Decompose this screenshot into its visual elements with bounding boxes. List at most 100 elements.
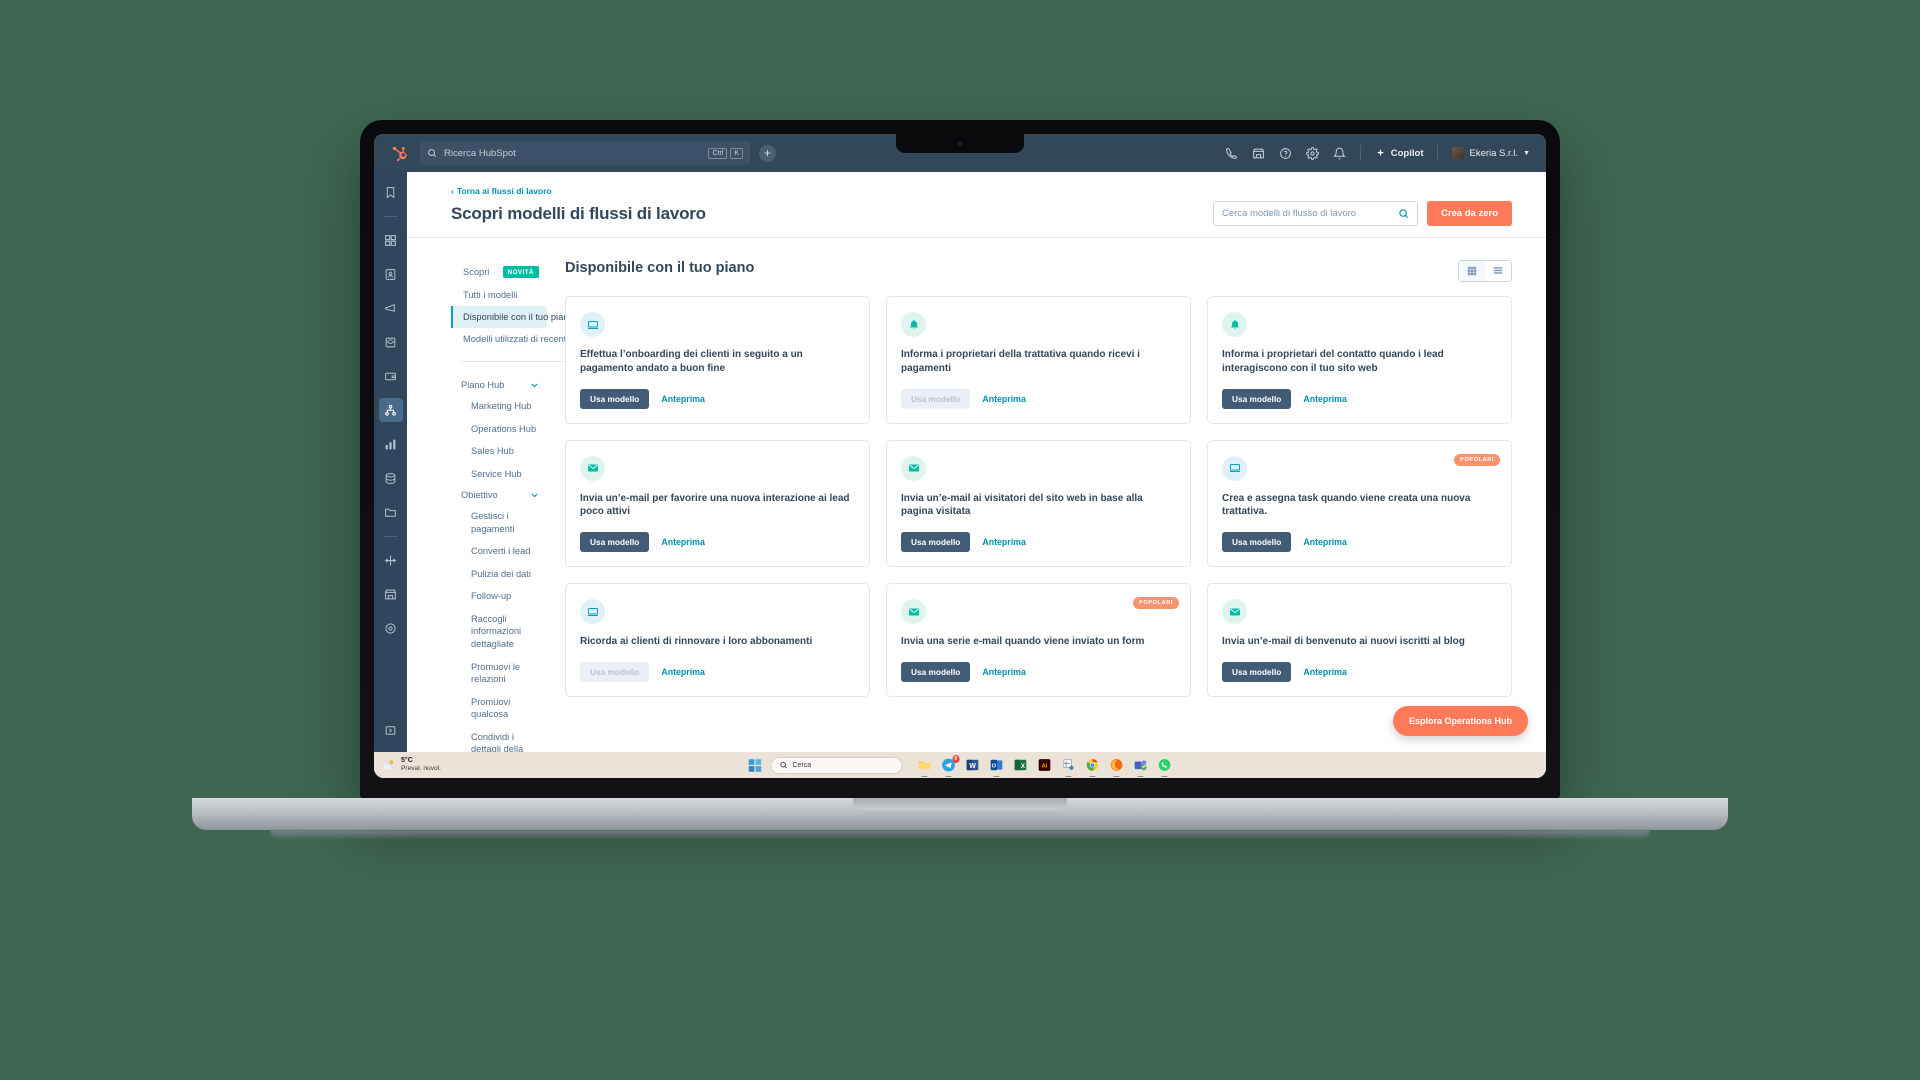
template-card[interactable]: Informa i proprietari del contatto quand…	[1207, 296, 1512, 424]
grid-view-icon[interactable]	[1459, 261, 1485, 281]
outlook-icon[interactable]: O	[989, 757, 1005, 777]
explore-operations-hub-button[interactable]: Esplora Operations Hub	[1392, 706, 1528, 736]
filter-scopri[interactable]: Scopri NOVITÀ	[451, 260, 547, 284]
filter-gestisci-i-pagamenti[interactable]: Gestisci i pagamenti	[451, 505, 547, 540]
contacts-icon[interactable]	[379, 262, 403, 286]
marketplace-icon[interactable]	[379, 582, 403, 606]
use-template-button[interactable]: Usa modello	[580, 388, 650, 409]
breadcrumb-back-link[interactable]: ‹ Torna ai flussi di lavoro	[451, 186, 1512, 196]
preview-link[interactable]: Anteprima	[1303, 537, 1347, 547]
taskbar-search-input[interactable]: Cerca	[770, 756, 903, 774]
preview-link[interactable]: Anteprima	[982, 537, 1026, 547]
template-card[interactable]: POPOLARI Crea e assegna task quando vien…	[1207, 439, 1512, 568]
filter-converti-i-lead[interactable]: Converti i lead	[451, 540, 547, 563]
preview-link[interactable]: Anteprima	[661, 394, 705, 404]
filter-promuovi-le-relazioni[interactable]: Promuovi le relazioni	[451, 656, 547, 691]
word-icon[interactable]: W	[965, 757, 981, 773]
use-template-button[interactable]: Usa modello	[1222, 388, 1292, 409]
filter-follow-up[interactable]: Follow-up	[451, 585, 547, 608]
marketplace-icon[interactable]	[1252, 147, 1265, 160]
template-card[interactable]: Invia un’e-mail di benvenuto ai nuovi is…	[1207, 583, 1512, 697]
divider	[1437, 145, 1439, 161]
template-card[interactable]: Invia un’e-mail ai visitatori del sito w…	[886, 439, 1191, 568]
filter-service-hub[interactable]: Service Hub	[451, 463, 547, 486]
use-template-button[interactable]: Usa modello	[901, 532, 971, 553]
filter-marketing-hub[interactable]: Marketing Hub	[451, 395, 547, 418]
copilot-button[interactable]: Copilot	[1375, 148, 1423, 159]
help-icon[interactable]	[1279, 147, 1292, 160]
topbar-right-actions: Copilot Ekeria S.r.l. ▼	[1225, 145, 1534, 161]
excel-icon[interactable]: X	[1013, 757, 1029, 773]
windows-start-icon[interactable]	[748, 758, 763, 773]
illustrator-icon[interactable]: Ai	[1037, 757, 1053, 773]
filter-sales-hub[interactable]: Sales Hub	[451, 440, 547, 463]
workspace: ‹ Torna ai flussi di lavoro Scopri model…	[407, 172, 1546, 752]
list-view-icon[interactable]	[1485, 261, 1511, 281]
teams-icon[interactable]	[1133, 757, 1149, 777]
weather-widget[interactable]: 5°C Preval. nuvol.	[374, 757, 564, 773]
monitor-icon	[1222, 455, 1247, 481]
page-header: ‹ Torna ai flussi di lavoro Scopri model…	[407, 172, 1546, 238]
left-icon-rail	[374, 172, 407, 752]
filter-condividi-i-dettagli[interactable]: Condividi i dettagli della	[451, 726, 547, 752]
use-template-button[interactable]: Usa modello	[1222, 661, 1292, 682]
filter-pulizia-dei-dati[interactable]: Pulizia dei dati	[451, 563, 547, 586]
template-card[interactable]: Ricorda ai clienti di rinnovare i loro a…	[565, 583, 870, 697]
telegram-badge: 9	[952, 755, 960, 763]
settings-icon[interactable]	[1305, 146, 1319, 160]
preview-link[interactable]: Anteprima	[982, 394, 1026, 404]
preview-link[interactable]: Anteprima	[1303, 667, 1347, 677]
chrome-icon[interactable]	[1085, 757, 1101, 777]
template-search-input[interactable]: Cerca modelli di flusso di lavoro	[1212, 201, 1418, 226]
filter-promuovi-qualcosa[interactable]: Promuovi qualcosa	[451, 691, 547, 726]
create-from-scratch-button[interactable]: Crea da zero	[1426, 201, 1512, 226]
preview-link[interactable]: Anteprima	[1303, 394, 1347, 404]
template-card[interactable]: POPOLARI Invia una serie e-mail quando v…	[886, 583, 1191, 697]
inbox-icon[interactable]	[379, 330, 403, 354]
create-new-button[interactable]: +	[759, 144, 776, 162]
snipping-tool-icon[interactable]	[1061, 757, 1077, 777]
deals-icon[interactable]	[379, 364, 403, 388]
use-template-button[interactable]: Usa modello	[901, 661, 971, 682]
notifications-icon[interactable]	[1332, 147, 1346, 160]
data-icon[interactable]	[379, 466, 403, 490]
preview-link[interactable]: Anteprima	[661, 667, 705, 677]
library-folder-icon[interactable]	[379, 500, 403, 524]
expand-panel-icon[interactable]	[379, 718, 403, 742]
filter-tutti-i-modelli[interactable]: Tutti i modelli	[451, 284, 547, 306]
bookmark-icon[interactable]	[379, 180, 403, 204]
file-explorer-icon[interactable]	[917, 757, 933, 777]
filter-group-obiettivo[interactable]: Obiettivo	[451, 485, 547, 505]
popular-badge: POPOLARI	[1132, 597, 1179, 610]
automation-workflows-icon[interactable]	[378, 398, 403, 422]
template-card[interactable]: Effettua l’onboarding dei clienti in seg…	[565, 296, 870, 424]
firefox-icon[interactable]	[1109, 757, 1125, 777]
grid-apps-icon[interactable]	[379, 228, 403, 252]
filter-modelli-utilizzati-di-recente[interactable]: Modelli utilizzati di recente	[451, 328, 572, 350]
integrations-icon[interactable]	[379, 548, 403, 572]
template-card[interactable]: Informa i proprietari della trattativa q…	[886, 296, 1191, 424]
global-search-input[interactable]: Ricerca HubSpot Ctrl K	[420, 141, 750, 165]
filter-disponibile-con-il-tuo-piano[interactable]: Disponibile con il tuo piano	[451, 306, 574, 328]
megaphone-icon[interactable]	[379, 296, 403, 320]
filter-operations-hub[interactable]: Operations Hub	[451, 418, 547, 441]
reports-icon[interactable]	[379, 432, 403, 456]
filter-group-piano-hub[interactable]: Piano Hub	[451, 375, 547, 395]
preview-link[interactable]: Anteprima	[661, 537, 705, 547]
template-search-placeholder: Cerca modelli di flusso di lavoro	[1221, 208, 1357, 219]
telegram-icon[interactable]: 9	[941, 755, 960, 777]
filter-raccogli-informazioni-dettagliate[interactable]: Raccogli informazioni dettagliate	[451, 608, 547, 656]
section-title: Disponibile con il tuo piano	[565, 260, 755, 276]
whatsapp-icon[interactable]	[1157, 757, 1173, 777]
kbd-ctrl: Ctrl	[708, 147, 728, 159]
template-card[interactable]: Invia un’e-mail per favorire una nuova i…	[565, 439, 870, 568]
use-template-button[interactable]: Usa modello	[580, 532, 650, 553]
use-template-button[interactable]: Usa modello	[1222, 532, 1292, 553]
preview-link[interactable]: Anteprima	[982, 667, 1026, 677]
filter-group-label: Obiettivo	[461, 490, 498, 501]
hubspot-logo-icon[interactable]	[386, 145, 412, 162]
account-menu[interactable]: Ekeria S.r.l. ▼	[1452, 147, 1530, 159]
template-title: Ricorda ai clienti di rinnovare i loro a…	[580, 636, 813, 648]
settings-gear-icon[interactable]	[379, 616, 403, 640]
phone-icon[interactable]	[1225, 147, 1238, 160]
